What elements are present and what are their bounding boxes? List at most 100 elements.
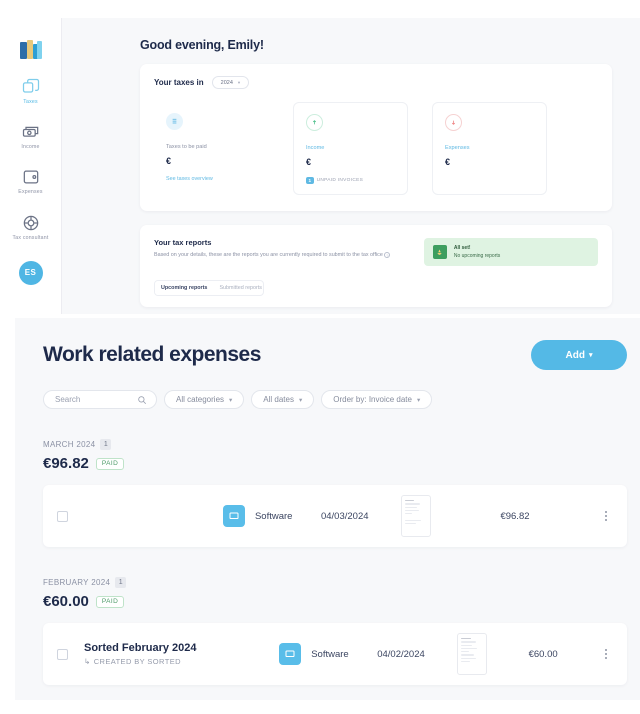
created-by-arrow-icon: ↳ <box>84 657 91 666</box>
screenshot-stage: Taxes Income Expenses Tax consultant ES … <box>0 0 640 714</box>
search-icon <box>138 395 147 404</box>
chevron-down-icon: ▾ <box>298 396 303 404</box>
chevron-down-icon: ▾ <box>237 79 241 85</box>
page-title: Good evening, Emily! <box>140 38 264 52</box>
income-amount: € <box>306 157 312 167</box>
table-row[interactable]: Software 04/03/2024 €96.82 <box>43 485 627 547</box>
chevron-down-icon: ▾ <box>588 352 593 359</box>
month-total-row: €60.00 PAID <box>43 593 627 610</box>
row-subtitle-text: CREATED BY SORTED <box>93 657 181 666</box>
sidebar-item-label: Income <box>21 144 40 151</box>
month-label: FEBRUARY 2024 <box>43 578 111 587</box>
add-button-label: Add <box>565 349 585 361</box>
expenses-arrow-icon <box>445 114 462 131</box>
row-category: Software <box>311 648 349 660</box>
all-set-icon <box>432 245 447 259</box>
taxes-icon <box>22 78 39 93</box>
row-menu-button[interactable] <box>599 511 613 521</box>
chevron-down-icon: ▾ <box>229 396 233 404</box>
row-checkbox[interactable] <box>57 510 68 522</box>
unpaid-invoices-badge: 1 UNPAID INVOICES <box>306 177 395 184</box>
income-column[interactable]: Income € 1 UNPAID INVOICES <box>293 102 408 195</box>
table-row[interactable]: Sorted February 2024 ↳ CREATED BY SORTED… <box>43 623 627 685</box>
add-button[interactable]: Add ▾ <box>531 340 627 370</box>
sidebar-item-income[interactable]: Income <box>1 122 61 150</box>
column-spacer <box>269 102 293 195</box>
sidebar-item-taxes[interactable]: Taxes <box>1 77 61 105</box>
receipt-thumbnail[interactable] <box>400 495 431 537</box>
row-category: Software <box>254 510 293 522</box>
filter-bar: Search All categories ▾ All dates ▾ Orde… <box>43 390 627 409</box>
tax-consultant-icon <box>23 215 38 230</box>
expenses-amount: € <box>445 157 451 167</box>
software-monitor-icon <box>222 505 245 527</box>
year-selector[interactable]: 2024 ▾ <box>211 76 250 89</box>
unpaid-invoices-label: UNPAID INVOICES <box>316 178 364 183</box>
row-title: Sorted February 2024 <box>84 642 197 654</box>
month-count-badge: 1 <box>100 439 112 450</box>
order-by-label: Order by: Invoice date <box>333 395 412 404</box>
month-header: FEBRUARY 2024 1 <box>43 577 627 588</box>
expenses-screenshot-panel: Work related expenses Add ▾ Search All c… <box>15 318 640 700</box>
expenses-column[interactable]: Expenses € <box>432 102 547 195</box>
sidebar-item-label: Tax consultant <box>12 234 49 241</box>
receipt-thumbnail[interactable] <box>457 633 488 675</box>
month-total: €60.00 <box>43 593 89 610</box>
income-label: Income <box>306 145 325 151</box>
dates-filter[interactable]: All dates ▾ <box>251 390 315 409</box>
status-badge: All set! No upcoming reports <box>423 238 598 266</box>
taxes-to-be-paid-label: Taxes to be paid <box>166 144 207 150</box>
expenses-header: Work related expenses Add ▾ <box>43 340 627 370</box>
dashboard-screenshot-panel: Taxes Income Expenses Tax consultant ES … <box>0 18 640 314</box>
row-date: 04/03/2024 <box>320 510 369 522</box>
status-badge: PAID <box>95 595 125 608</box>
row-menu-button[interactable] <box>599 649 613 659</box>
chevron-down-icon: ▾ <box>416 396 421 404</box>
month-total: €96.82 <box>43 455 89 472</box>
tax-reports-description-text: Based on your details, these are the rep… <box>154 252 383 258</box>
tax-reports-description: Based on your details, these are the rep… <box>154 251 424 259</box>
sorted-logo-icon[interactable] <box>19 40 42 60</box>
software-monitor-icon <box>279 643 302 665</box>
month-total-row: €96.82 PAID <box>43 455 627 472</box>
dashboard-main: Good evening, Emily! Your taxes in 2024 … <box>62 18 640 314</box>
row-date: 04/02/2024 <box>377 648 425 660</box>
taxes-card-header: Your taxes in 2024 ▾ <box>154 76 598 89</box>
taxes-to-be-paid-amount: € <box>166 156 172 166</box>
reports-tabs: Upcoming reports Submitted reports <box>154 280 264 296</box>
categories-filter[interactable]: All categories ▾ <box>164 390 245 409</box>
categories-filter-label: All categories <box>176 395 225 404</box>
income-arrow-icon <box>306 114 323 131</box>
expenses-label: Expenses <box>445 145 470 151</box>
unpaid-invoices-count: 1 <box>306 177 314 184</box>
tab-submitted-reports[interactable]: Submitted reports <box>213 281 263 295</box>
dates-filter-label: All dates <box>263 395 294 404</box>
search-input[interactable]: Search <box>43 390 157 409</box>
avatar[interactable]: ES <box>18 260 43 285</box>
status-badge: PAID <box>95 457 125 470</box>
sidebar-item-tax-consultant[interactable]: Tax consultant <box>1 213 61 241</box>
sidebar-item-label: Taxes <box>23 99 38 105</box>
receipt-icon <box>166 113 183 130</box>
tax-reports-title: Your tax reports <box>154 238 212 247</box>
column-spacer <box>408 102 432 195</box>
sidebar: Taxes Income Expenses Tax consultant ES <box>0 18 62 314</box>
order-by-filter[interactable]: Order by: Invoice date ▾ <box>321 390 433 409</box>
tab-upcoming-reports[interactable]: Upcoming reports <box>155 281 214 295</box>
all-set-title: All set! <box>453 245 471 251</box>
month-label: MARCH 2024 <box>43 440 96 449</box>
taxes-summary-columns: Taxes to be paid € See taxes overview In… <box>154 102 598 195</box>
taxes-card-title: Your taxes in <box>154 78 204 87</box>
help-icon[interactable]: ? <box>384 251 391 258</box>
row-amount: €96.82 <box>500 510 530 522</box>
row-name-cell: Sorted February 2024 ↳ CREATED BY SORTED <box>68 642 279 666</box>
month-count-badge: 1 <box>115 577 127 588</box>
row-checkbox[interactable] <box>57 648 68 660</box>
see-taxes-overview-link[interactable]: See taxes overview <box>166 176 257 182</box>
your-taxes-card: Your taxes in 2024 ▾ Taxes to be paid € … <box>140 64 612 211</box>
year-value: 2024 <box>220 79 233 86</box>
page-title: Work related expenses <box>43 343 261 366</box>
sidebar-item-expenses[interactable]: Expenses <box>1 167 61 195</box>
expenses-wallet-icon <box>23 170 38 184</box>
taxes-to-be-paid-column: Taxes to be paid € See taxes overview <box>154 102 269 195</box>
